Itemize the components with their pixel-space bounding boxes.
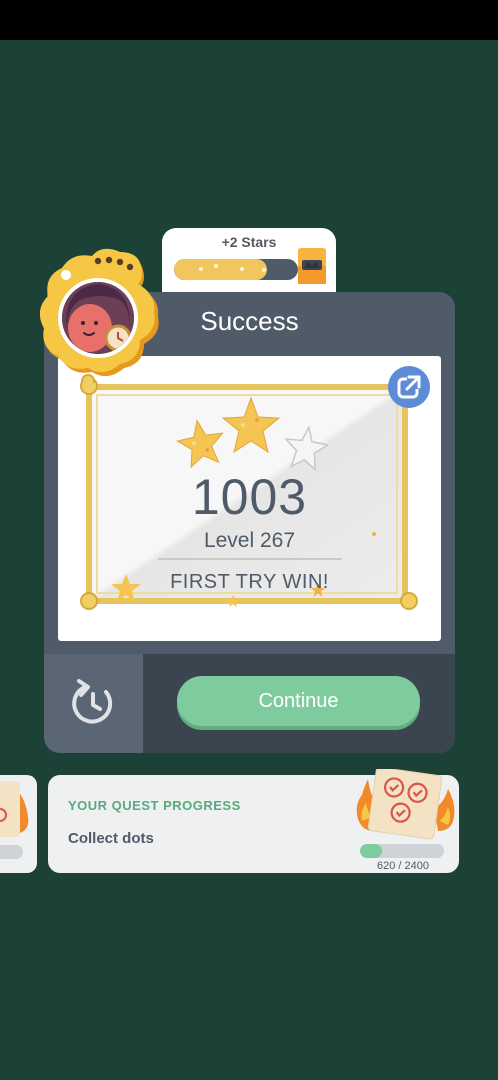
star-filled-icon	[221, 396, 281, 454]
stars-progress-fill	[174, 259, 267, 280]
quest-progress-card[interactable]: YOUR QUEST PROGRESS Collect dots 620 / 2…	[48, 769, 459, 873]
quest-title: YOUR QUEST PROGRESS	[68, 798, 241, 813]
share-button[interactable]	[388, 366, 430, 408]
avatar-badge	[40, 248, 159, 383]
treasure-chest-icon	[298, 248, 326, 284]
continue-button[interactable]: Continue	[177, 676, 420, 726]
star-empty-icon	[284, 424, 328, 472]
confetti-star-icon	[226, 594, 240, 608]
quest-card-icon	[356, 769, 455, 840]
share-icon	[397, 375, 421, 399]
quest-card-previous-art	[0, 781, 29, 859]
replay-icon	[72, 679, 113, 724]
star-rating	[175, 396, 328, 472]
quest-progress-count: 620 / 2400	[377, 860, 429, 872]
frame-corner	[80, 592, 98, 610]
replay-button[interactable]	[44, 654, 143, 753]
level-label: Level 267	[203, 529, 296, 552]
divider	[158, 558, 342, 560]
quest-card-previous[interactable]	[0, 775, 37, 873]
star-filled-icon	[175, 418, 224, 469]
quest-progress-fill	[360, 844, 382, 858]
quest-task: Collect dots	[68, 830, 154, 847]
certificate-panel: 1003 Level 267 FIRST TRY WIN!	[58, 356, 441, 641]
first-try-label: FIRST TRY WIN!	[170, 571, 329, 593]
frame-corner	[400, 592, 418, 610]
score-value: 1003	[191, 469, 308, 525]
stars-progress-bar	[174, 259, 298, 280]
quest-progress-bar	[360, 844, 444, 858]
status-bar	[0, 0, 498, 40]
action-bar: Continue	[44, 654, 455, 753]
